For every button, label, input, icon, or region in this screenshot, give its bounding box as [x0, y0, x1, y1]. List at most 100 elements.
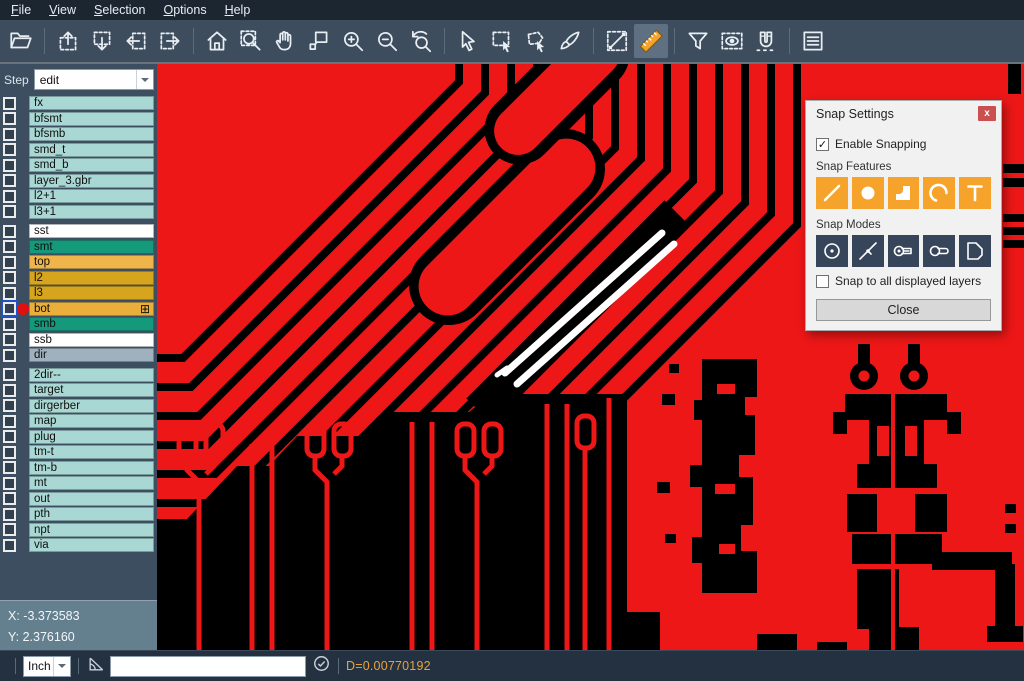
zoom-in-button[interactable] [336, 24, 370, 58]
corner-snap-button[interactable] [959, 235, 991, 267]
chevron-down-icon[interactable] [53, 657, 70, 676]
zoom-area-button[interactable] [234, 24, 268, 58]
layer-checkbox[interactable] [3, 508, 16, 521]
menu-selection[interactable]: Selection [85, 1, 154, 19]
zoom-window-button[interactable] [302, 24, 336, 58]
line-button[interactable] [816, 177, 848, 209]
pad-slot-filled-button[interactable] [888, 235, 920, 267]
round-pad-button[interactable] [852, 177, 884, 209]
command-input[interactable] [110, 656, 306, 677]
layer-checkbox[interactable] [3, 159, 16, 172]
close-button[interactable]: Close [816, 299, 991, 321]
line-point-snap-button[interactable] [852, 235, 884, 267]
layer-item-pth[interactable]: pth [29, 507, 154, 521]
center-snap-button[interactable] [816, 235, 848, 267]
layer-item-smd_t[interactable]: smd_t [29, 143, 154, 157]
arc-segment-button[interactable] [923, 177, 955, 209]
layer-item-plug[interactable]: plug [29, 430, 154, 444]
layer-item-ssb[interactable]: ssb [29, 333, 154, 347]
layer-checkbox[interactable] [3, 112, 16, 125]
layers-panel-button[interactable] [796, 24, 830, 58]
layer-checkbox[interactable] [3, 318, 16, 331]
move-up-button[interactable] [51, 24, 85, 58]
pan-hand-button[interactable] [268, 24, 302, 58]
layer-item-tm-b[interactable]: tm-b [29, 461, 154, 475]
move-down-button[interactable] [85, 24, 119, 58]
layer-item-dirgerber[interactable]: dirgerber [29, 399, 154, 413]
move-right-button[interactable] [153, 24, 187, 58]
layer-checkbox[interactable] [3, 302, 16, 315]
unit-select[interactable]: Inch [23, 656, 71, 677]
layer-item-l3[interactable]: l3 [29, 286, 154, 300]
layer-checkbox[interactable] [3, 240, 16, 253]
snap-all-layers-checkbox[interactable] [816, 275, 829, 288]
zoom-out-button[interactable] [370, 24, 404, 58]
layer-item-l3+1[interactable]: l3+1 [29, 205, 154, 219]
layer-checkbox[interactable] [3, 430, 16, 443]
layer-checkbox[interactable] [3, 225, 16, 238]
layer-item-layer_3.gbr[interactable]: layer_3.gbr [29, 174, 154, 188]
menu-file[interactable]: File [2, 1, 40, 19]
layer-checkbox[interactable] [3, 333, 16, 346]
chevron-down-icon[interactable] [136, 70, 153, 89]
layer-checkbox[interactable] [3, 415, 16, 428]
layer-item-out[interactable]: out [29, 492, 154, 506]
zoom-previous-button[interactable] [404, 24, 438, 58]
view-box-button[interactable] [715, 24, 749, 58]
layer-checkbox[interactable] [3, 399, 16, 412]
layer-item-sst[interactable]: sst [29, 224, 154, 238]
layer-checkbox[interactable] [3, 174, 16, 187]
layer-item-target[interactable]: target [29, 383, 154, 397]
filter-button[interactable] [681, 24, 715, 58]
pcb-canvas[interactable]: Snap Settings x ✓ Enable Snapping Snap F… [157, 62, 1024, 650]
layer-checkbox[interactable] [3, 205, 16, 218]
layer-checkbox[interactable] [3, 461, 16, 474]
layer-checkbox[interactable] [3, 384, 16, 397]
enable-snapping-checkbox[interactable]: ✓ [816, 138, 829, 151]
layer-item-bfsmt[interactable]: bfsmt [29, 112, 154, 126]
layer-checkbox[interactable] [3, 477, 16, 490]
text-feature-button[interactable] [959, 177, 991, 209]
measure-line-button[interactable] [600, 24, 634, 58]
grid-icon[interactable]: ⊞ [140, 303, 153, 315]
layer-checkbox[interactable] [3, 523, 16, 536]
select-arrow-button[interactable] [451, 24, 485, 58]
paint-brush-button[interactable] [553, 24, 587, 58]
layer-item-map[interactable]: map [29, 414, 154, 428]
confirm-circle-icon[interactable] [312, 654, 331, 678]
step-select[interactable]: edit [34, 69, 154, 90]
select-rect-button[interactable] [485, 24, 519, 58]
layer-checkbox[interactable] [3, 492, 16, 505]
menu-options[interactable]: Options [154, 1, 215, 19]
layer-checkbox[interactable] [3, 287, 16, 300]
home-button[interactable] [200, 24, 234, 58]
angle-measure-icon[interactable] [86, 654, 106, 679]
layer-checkbox[interactable] [3, 446, 16, 459]
layer-checkbox[interactable] [3, 271, 16, 284]
magnet-button[interactable] [749, 24, 783, 58]
layer-item-dir[interactable]: dir [29, 348, 154, 362]
layer-item-npt[interactable]: npt [29, 523, 154, 537]
surface-pad-button[interactable] [888, 177, 920, 209]
layer-checkbox[interactable] [3, 368, 16, 381]
layer-item-mt[interactable]: mt [29, 476, 154, 490]
dialog-titlebar[interactable]: Snap Settings x [806, 101, 1001, 126]
open-folder-button[interactable] [4, 24, 38, 58]
layer-item-bot[interactable]: bot⊞ [29, 302, 154, 316]
layer-item-2dir--[interactable]: 2dir-- [29, 368, 154, 382]
layer-item-smd_b[interactable]: smd_b [29, 158, 154, 172]
layer-checkbox[interactable] [3, 190, 16, 203]
menu-view[interactable]: View [40, 1, 85, 19]
layer-item-tm-t[interactable]: tm-t [29, 445, 154, 459]
layer-item-bfsmb[interactable]: bfsmb [29, 127, 154, 141]
layer-checkbox[interactable] [3, 256, 16, 269]
layer-item-top[interactable]: top [29, 255, 154, 269]
layer-item-fx[interactable]: fx [29, 96, 154, 110]
ruler-button[interactable] [634, 24, 668, 58]
layer-item-smb[interactable]: smb [29, 317, 154, 331]
layer-checkbox[interactable] [3, 143, 16, 156]
layer-item-smt[interactable]: smt [29, 240, 154, 254]
menu-help[interactable]: Help [216, 1, 260, 19]
layer-checkbox[interactable] [3, 97, 16, 110]
layer-item-l2[interactable]: l2 [29, 271, 154, 285]
